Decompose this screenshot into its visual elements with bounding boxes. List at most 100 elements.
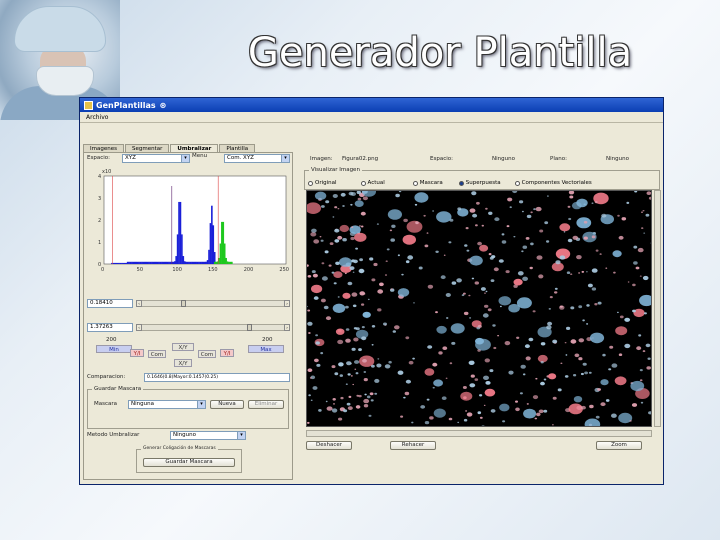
cell-pink (403, 218, 408, 223)
cell-blue (363, 371, 367, 373)
chip-mid-left[interactable]: Com (148, 350, 166, 358)
radio-actual[interactable]: Actual (360, 178, 385, 188)
chip-right-red[interactable]: Y/I (220, 349, 234, 357)
nueva-button[interactable]: Nueva (210, 400, 244, 409)
cell-blue (494, 217, 500, 222)
radio-mascara[interactable]: Mascara (412, 178, 443, 188)
zoom-button[interactable]: Zoom (596, 441, 642, 450)
cell-pink (484, 292, 486, 294)
cell-pink (641, 227, 644, 229)
chip-mid-top[interactable]: X/Y (172, 343, 194, 351)
cell-blue (563, 231, 566, 233)
metodo-select[interactable]: Ninguno ▾ (170, 431, 246, 440)
cell-pink (591, 235, 596, 239)
cell-pink (333, 403, 335, 405)
eliminar-button[interactable]: Eliminar (248, 400, 284, 409)
chip-mid-right[interactable]: Com (198, 350, 216, 358)
threshold-max-field[interactable]: 1.37263 (87, 323, 133, 332)
histogram-bar (181, 234, 183, 264)
mascara-select[interactable]: Ninguna ▾ (128, 400, 206, 409)
max-chip[interactable]: Max (248, 345, 284, 353)
radio-original[interactable]: Original (308, 178, 337, 188)
histogram-bar (115, 262, 118, 264)
cell-blue (557, 388, 562, 392)
cell-blue (488, 211, 493, 215)
tab-imagenes[interactable]: Imagenes (83, 144, 124, 152)
cell-blue (634, 191, 638, 193)
threshold-min-slider[interactable]: ‹ › (136, 300, 290, 307)
chip-bottom[interactable]: X/Y (174, 359, 192, 367)
histogram-plot-area (103, 175, 287, 265)
cell-pink (427, 284, 434, 289)
cell-blue (362, 311, 371, 318)
cell-blue (566, 271, 571, 274)
menu-select[interactable]: Com. XYZ ▾ (224, 154, 290, 163)
cell-pink (465, 227, 469, 230)
cell-pink (618, 353, 623, 356)
window-titlebar[interactable]: GenPlantillas ⊛ (80, 98, 663, 112)
cell-blue (630, 380, 645, 392)
histogram-bar (138, 261, 140, 264)
cell-blue (639, 294, 651, 307)
cell-pink (484, 388, 496, 397)
cell-blue (351, 347, 356, 351)
cell-blue (348, 191, 354, 196)
tab-umbralizar[interactable]: Umbralizar (170, 144, 219, 152)
histogram-bar (205, 261, 207, 264)
histogram-bar (161, 261, 163, 264)
cell-blue (377, 358, 380, 360)
cell-blue (350, 203, 353, 206)
histogram-bar (152, 261, 155, 264)
radio-superpuesta[interactable]: Superpuesta (458, 178, 501, 188)
histogram-bar (118, 262, 120, 264)
cell-blue (546, 240, 550, 243)
guardar-mascara-button[interactable]: Guardar Mascara (143, 458, 235, 467)
cell-pink (406, 220, 423, 233)
cell-pink (377, 308, 382, 312)
chevron-down-icon: ▾ (281, 155, 289, 162)
horizontal-scrollbar[interactable] (306, 430, 652, 437)
cell-blue (521, 250, 524, 253)
cell-pink (639, 379, 643, 382)
histogram-bar (116, 262, 119, 264)
menu-archivo[interactable]: Archivo (86, 114, 108, 121)
cell-image-view[interactable] (306, 190, 652, 427)
cell-blue (376, 223, 379, 225)
cell-pink (463, 292, 466, 295)
tab-plantilla[interactable]: Plantilla (219, 144, 256, 152)
cell-pink (477, 241, 482, 246)
histogram-bar (126, 261, 129, 264)
min-chip[interactable]: Min (96, 345, 132, 353)
threshold-min-field[interactable]: 0.18410 (87, 299, 133, 308)
cell-pink (307, 368, 313, 372)
cell-blue (469, 255, 483, 266)
cell-pink (371, 278, 376, 282)
mascara-label: Mascara (94, 401, 118, 407)
cell-blue (582, 362, 587, 366)
deshacer-button[interactable]: Deshacer (306, 441, 352, 450)
cell-pink (352, 383, 354, 386)
cell-pink (320, 298, 326, 303)
cell-pink (445, 377, 448, 379)
chip-left-red[interactable]: Y/I (130, 349, 144, 357)
cell-pink (642, 210, 645, 212)
cell-pink (559, 223, 571, 232)
histogram-exponent-label: x10 (102, 169, 111, 175)
histogram-bar (129, 261, 132, 264)
cell-blue (321, 205, 325, 208)
cell-pink (474, 378, 479, 381)
espacio-select[interactable]: XYZ ▾ (122, 154, 190, 163)
cell-blue (427, 345, 433, 349)
rehacer-button[interactable]: Rehacer (390, 441, 436, 450)
cell-pink (307, 421, 310, 424)
vertical-scrollbar[interactable] (654, 190, 661, 427)
cell-pink (466, 412, 473, 417)
threshold-max-slider[interactable]: ‹ › (136, 324, 290, 331)
cell-pink (535, 377, 538, 380)
slider-right-arrow-icon: › (284, 324, 290, 331)
cell-blue (445, 293, 451, 297)
cell-blue (540, 361, 544, 364)
tab-segmentar[interactable]: Segmentar (124, 144, 170, 152)
radio-componentes[interactable]: Componentes Vectoriales (514, 178, 592, 188)
cell-pink (515, 400, 518, 403)
